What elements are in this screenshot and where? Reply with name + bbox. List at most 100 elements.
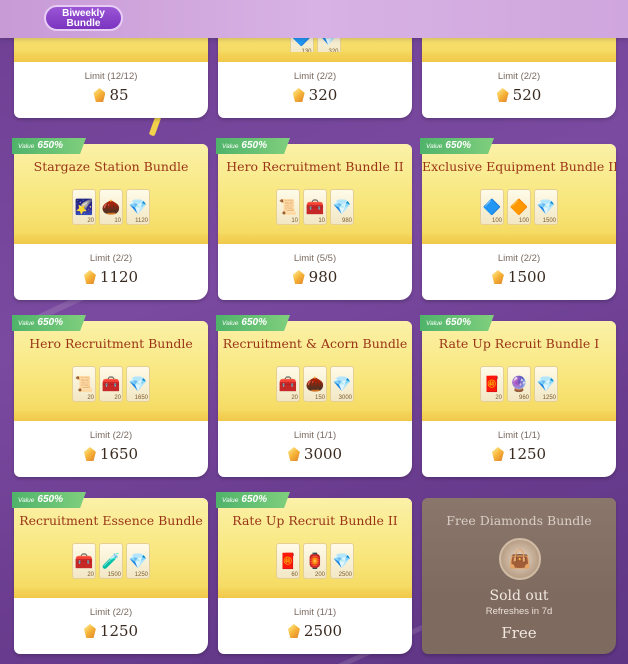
price-label[interactable]: 320: [218, 86, 412, 104]
price-label[interactable]: 1500: [422, 268, 616, 286]
card-header: Hero Recruitment Bundle II 📜 10 🧰 10 💎 980: [218, 144, 412, 244]
blue-orb-icon: 🔮 960: [507, 366, 531, 402]
potion-icon: 🧪 1500: [99, 543, 123, 579]
bundle-title: Stargaze Station Bundle: [33, 159, 189, 174]
bundle-title: Recruitment & Acorn Bundle: [222, 336, 408, 351]
diamond-icon: 💎 2500: [330, 543, 354, 579]
bundle-title: Hero Recruitment Bundle II: [226, 159, 404, 174]
value-badge: Value 650%: [12, 138, 86, 154]
bundle-card[interactable]: Hero Recruitment Bundle 📜 20 🧰 20 💎 1650 Limit …: [14, 321, 208, 477]
limit-text: Limit (2/2): [89, 253, 133, 264]
bundle-card[interactable]: Rate Up Recruit Bundle II 🧧 60 🏮 200 💎 2500 Lim…: [218, 498, 412, 654]
limit-text: Limit (1/1): [293, 430, 337, 441]
chest-icon: 🧰 20: [72, 543, 96, 579]
value-badge: Value 650%: [420, 315, 494, 331]
price-label[interactable]: 85: [14, 86, 208, 104]
blue-crystal-icon: 🔷 100: [480, 189, 504, 225]
price-label[interactable]: 3000: [218, 445, 412, 463]
bundle-title: Exclusive Equipment Bundle II: [422, 159, 616, 174]
value-badge: Value 650%: [216, 138, 290, 154]
bundle-card-free-diamonds[interactable]: Free Diamonds Bundle 👜 Sold out Refreshe…: [422, 498, 616, 654]
bundle-card[interactable]: Recruitment & Acorn Bundle 🧰 20 🌰 150 💎 3000 Li…: [218, 321, 412, 477]
diamond-icon: 💎 1650: [126, 366, 150, 402]
price-label[interactable]: 1650: [14, 445, 208, 463]
limit-text: Limit (5/5): [293, 253, 337, 264]
top-bar: Biweekly Bundle: [0, 0, 628, 38]
limit-text: Limit (1/1): [497, 430, 541, 441]
price-label[interactable]: 980: [218, 268, 412, 286]
card-header: Rate Up Recruit Bundle I 🧧 20 🔮 960 💎 1250: [422, 321, 616, 421]
value-badge: Value 650%: [216, 492, 290, 508]
shooting-star-icon: 🌠 20: [72, 189, 96, 225]
diamond-icon: 💎 1120: [126, 189, 150, 225]
red-chest-icon: 🧧 20: [480, 366, 504, 402]
card-header: Recruitment Essence Bundle 🧰 20 🧪 1500 💎 1250: [14, 498, 208, 598]
red-chest-icon: 🧧 60: [276, 543, 300, 579]
price-label[interactable]: 2500: [218, 622, 412, 640]
tab-biweekly-bundle[interactable]: Biweekly Bundle: [44, 5, 123, 31]
bundle-card[interactable]: Hero Recruitment Bundle II 📜 10 🧰 10 💎 980 Limi…: [218, 144, 412, 300]
value-badge: Value 650%: [12, 492, 86, 508]
diamond-icon: 💎 980: [330, 189, 354, 225]
limit-text: Limit (2/2): [497, 71, 541, 82]
bundle-title: Rate Up Recruit Bundle I: [438, 336, 600, 351]
bundle-card[interactable]: Stargaze Station Bundle 🌠 20 🌰 10 💎 1120 Limit …: [14, 144, 208, 300]
price-label[interactable]: 1250: [14, 622, 208, 640]
bundle-card[interactable]: Exclusive Equipment Bundle II 🔷 100 🔶 100 💎 15…: [422, 144, 616, 300]
limit-text: Limit (2/2): [497, 253, 541, 264]
gem-icon: [83, 624, 96, 638]
card-header: Stargaze Station Bundle 🌠 20 🌰 10 💎 1120: [14, 144, 208, 244]
card-header: Exclusive Equipment Bundle II 🔷 100 🔶 100 💎 15…: [422, 144, 616, 244]
gem-icon: [287, 624, 300, 638]
bundle-title: Rate Up Recruit Bundle II: [232, 513, 398, 528]
card-header: Recruitment & Acorn Bundle 🧰 20 🌰 150 💎 3000: [218, 321, 412, 421]
bundle-items: 🧰 20 🧪 1500 💎 1250: [14, 543, 208, 579]
scroll-icon: 📜 10: [276, 189, 300, 225]
gold-crystal-icon: 🔶 100: [507, 189, 531, 225]
price-free: Free: [501, 624, 537, 642]
diamond-icon: 💎 3000: [330, 366, 354, 402]
gem-icon: [292, 270, 305, 284]
limit-text: Limit (12/12): [84, 71, 138, 82]
card-header: Rate Up Recruit Bundle II 🧧 60 🏮 200 💎 2500: [218, 498, 412, 598]
chest-icon: 🧰 20: [99, 366, 123, 402]
gem-icon: [83, 447, 96, 461]
limit-text: Limit (1/1): [293, 607, 337, 618]
gem-icon: [93, 88, 106, 102]
value-badge: Value 650%: [12, 315, 86, 331]
acorn-icon: 🌰 150: [303, 366, 327, 402]
limit-text: Limit (2/2): [89, 430, 133, 441]
price-label[interactable]: 1250: [422, 445, 616, 463]
bundle-items: 🧧 60 🏮 200 💎 2500: [218, 543, 412, 579]
diamond-icon: 💎 1500: [534, 189, 558, 225]
diamond-icon: 💎 1250: [126, 543, 150, 579]
bundle-items: 🧰 20 🌰 150 💎 3000: [218, 366, 412, 402]
limit-text: Limit (2/2): [293, 71, 337, 82]
gem-icon: [491, 270, 504, 284]
bundle-items: 📜 20 🧰 20 💎 1650: [14, 366, 208, 402]
value-badge: Value 650%: [216, 315, 290, 331]
bundle-items: 📜 10 🧰 10 💎 980: [218, 189, 412, 225]
bundle-title: Recruitment Essence Bundle: [19, 513, 203, 528]
gem-icon: [292, 88, 305, 102]
gem-icon: [491, 447, 504, 461]
bundle-card[interactable]: Recruitment Essence Bundle 🧰 20 🧪 1500 💎 1250 L…: [14, 498, 208, 654]
chest-icon: 🧰 20: [276, 366, 300, 402]
bundle-items: 🧧 20 🔮 960 💎 1250: [422, 366, 616, 402]
value-badge: Value 650%: [420, 138, 494, 154]
lantern-icon: 🏮 200: [303, 543, 327, 579]
acorn-icon: 🌰 10: [99, 189, 123, 225]
bundle-title: Hero Recruitment Bundle: [29, 336, 193, 351]
scroll-icon: 📜 20: [72, 366, 96, 402]
gem-icon: [287, 447, 300, 461]
limit-text: Limit (2/2): [89, 607, 133, 618]
bundle-card[interactable]: Rate Up Recruit Bundle I 🧧 20 🔮 960 💎 1250 Limi…: [422, 321, 616, 477]
bundle-items: 🌠 20 🌰 10 💎 1120: [14, 189, 208, 225]
card-header: Hero Recruitment Bundle 📜 20 🧰 20 💎 1650: [14, 321, 208, 421]
gem-icon: [83, 270, 96, 284]
background-spark: [148, 115, 162, 137]
price-label[interactable]: 1120: [14, 268, 208, 286]
price-label[interactable]: 520: [422, 86, 616, 104]
gift-bag-icon: 👜: [499, 538, 541, 580]
sold-out-text: Sold out: [489, 588, 549, 604]
